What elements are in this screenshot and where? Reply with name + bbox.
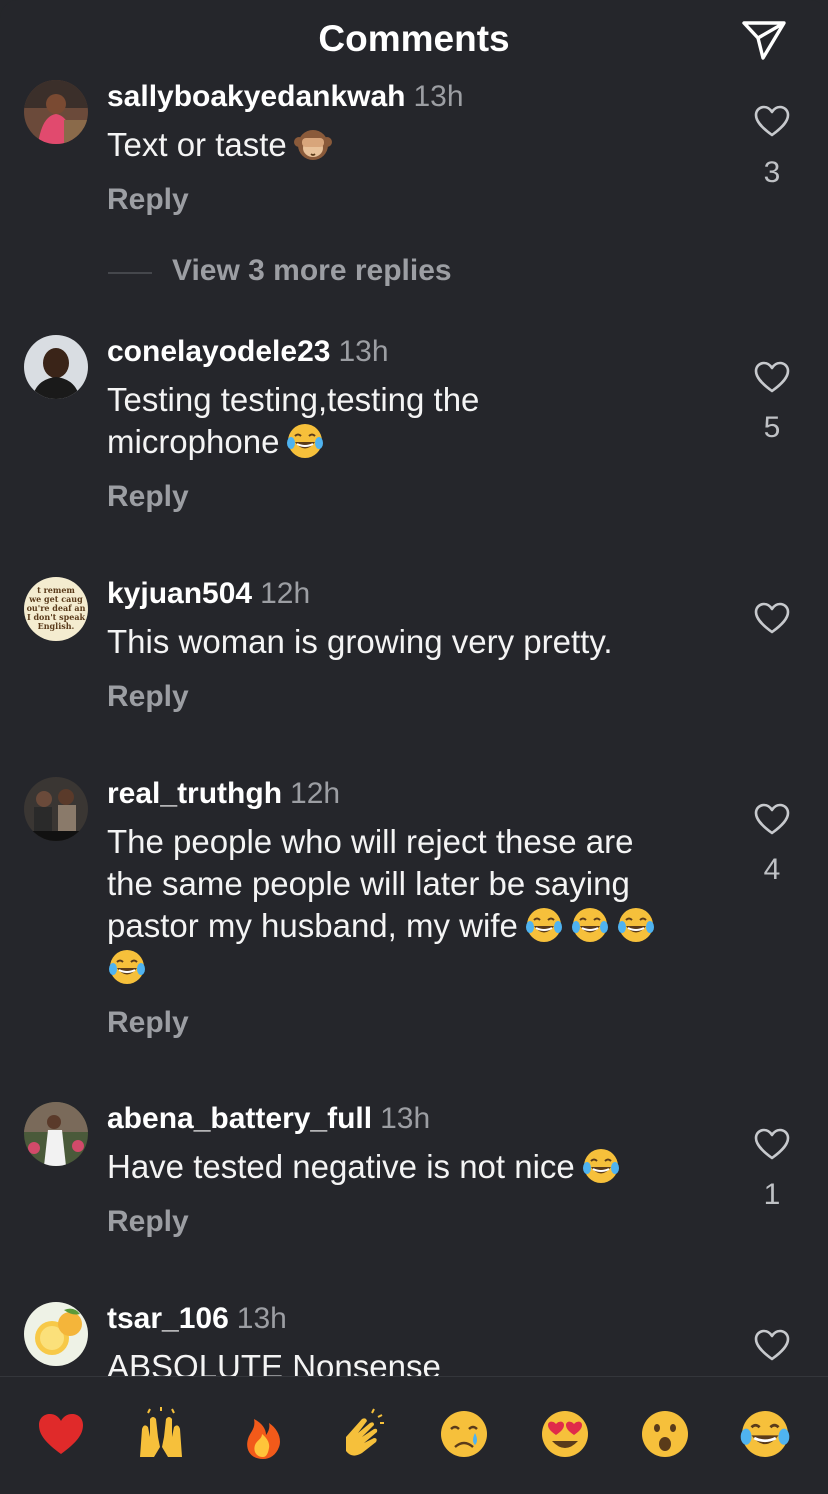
like-count: 4 bbox=[763, 853, 781, 886]
face-with-tears-of-joy-icon bbox=[581, 1146, 621, 1186]
comment-timestamp: 13h bbox=[380, 1102, 431, 1135]
crying-face-reaction-button[interactable] bbox=[437, 1407, 491, 1461]
like-heart-icon[interactable] bbox=[753, 802, 791, 836]
comment-text: This woman is growing very pretty. bbox=[107, 623, 613, 660]
like-heart-icon[interactable] bbox=[753, 601, 791, 635]
page-title: Comments bbox=[318, 18, 510, 59]
comment-timestamp: 13h bbox=[413, 80, 464, 113]
raising-hands-reaction-button[interactable] bbox=[134, 1407, 188, 1461]
comment-username[interactable]: tsar_106 13h bbox=[107, 1302, 287, 1336]
comments-header: Comments bbox=[0, 0, 828, 80]
reply-button[interactable]: Reply bbox=[107, 183, 189, 217]
comment-timestamp: 12h bbox=[260, 577, 311, 610]
fire-reaction-button[interactable] bbox=[236, 1407, 290, 1461]
avatar-meme-text: t remem we get caug ou're deaf an I don'… bbox=[26, 585, 86, 631]
send-icon[interactable] bbox=[738, 18, 788, 62]
face-with-tears-of-joy-icon bbox=[570, 905, 610, 945]
comment-username[interactable]: sallyboakyedankwah 13h bbox=[107, 80, 464, 114]
face-with-tears-of-joy-icon bbox=[616, 905, 656, 945]
view-more-divider bbox=[108, 272, 152, 274]
comment-timestamp: 13h bbox=[338, 335, 389, 368]
avatar[interactable] bbox=[24, 1302, 88, 1366]
clapping-hands-reaction-button[interactable] bbox=[336, 1407, 390, 1461]
face-with-tears-of-joy-reaction-button[interactable] bbox=[738, 1407, 792, 1461]
fire-icon bbox=[247, 1419, 280, 1459]
red-heart-icon bbox=[39, 1414, 83, 1454]
comments-list[interactable]: sallyboakyedankwah 13h Text or taste Repl… bbox=[0, 80, 828, 1376]
reply-button[interactable]: Reply bbox=[107, 680, 189, 714]
like-heart-icon[interactable] bbox=[753, 1328, 791, 1362]
view-more-replies-button[interactable]: View 3 more replies bbox=[172, 254, 452, 288]
comment-username[interactable]: real_truthgh 12h bbox=[107, 777, 340, 811]
reply-button[interactable]: Reply bbox=[107, 1205, 189, 1239]
comment-username[interactable]: kyjuan504 12h bbox=[107, 577, 310, 611]
comment-timestamp: 12h bbox=[290, 777, 341, 810]
avatar[interactable] bbox=[24, 80, 88, 144]
comment-text: Have tested negative is not nice bbox=[107, 1146, 717, 1188]
comment-username[interactable]: conelayodele23 13h bbox=[107, 335, 389, 369]
heart-eyes-icon bbox=[542, 1411, 588, 1457]
like-count: 3 bbox=[763, 156, 781, 189]
avatar[interactable] bbox=[24, 335, 88, 399]
clapping-hands-icon bbox=[346, 1408, 384, 1456]
face-with-tears-of-joy-icon bbox=[285, 421, 325, 461]
comment-text: Text or taste bbox=[107, 124, 717, 166]
face-with-tears-of-joy-icon bbox=[738, 1407, 792, 1461]
comment-text: The people who will reject these are the… bbox=[107, 821, 717, 989]
like-count: 5 bbox=[763, 411, 781, 444]
face-with-tears-of-joy-icon bbox=[524, 905, 564, 945]
comment-text: ABSOLUTE Nonsense bbox=[107, 1348, 441, 1376]
comment-timestamp: 13h bbox=[236, 1302, 287, 1335]
reply-button[interactable]: Reply bbox=[107, 1006, 189, 1040]
red-heart-reaction-button[interactable] bbox=[34, 1407, 88, 1461]
like-count: 1 bbox=[763, 1178, 781, 1211]
quick-reaction-bar bbox=[0, 1376, 828, 1494]
crying-face-icon bbox=[441, 1411, 487, 1457]
like-heart-icon[interactable] bbox=[753, 360, 791, 394]
surprised-face-reaction-button[interactable] bbox=[638, 1407, 692, 1461]
see-no-evil-monkey-icon bbox=[293, 130, 332, 160]
comment-username[interactable]: abena_battery_full 13h bbox=[107, 1102, 430, 1136]
face-with-tears-of-joy-icon bbox=[107, 947, 147, 987]
like-heart-icon[interactable] bbox=[753, 104, 791, 138]
surprised-face-icon bbox=[642, 1411, 688, 1457]
comment-text: Testing testing,testing the microphone bbox=[107, 381, 480, 461]
raising-hands-icon bbox=[140, 1407, 182, 1457]
reply-button[interactable]: Reply bbox=[107, 480, 189, 514]
avatar[interactable]: t remem we get caug ou're deaf an I don'… bbox=[24, 577, 88, 641]
heart-eyes-reaction-button[interactable] bbox=[538, 1407, 592, 1461]
avatar[interactable] bbox=[24, 777, 88, 841]
like-heart-icon[interactable] bbox=[753, 1127, 791, 1161]
avatar[interactable] bbox=[24, 1102, 88, 1166]
